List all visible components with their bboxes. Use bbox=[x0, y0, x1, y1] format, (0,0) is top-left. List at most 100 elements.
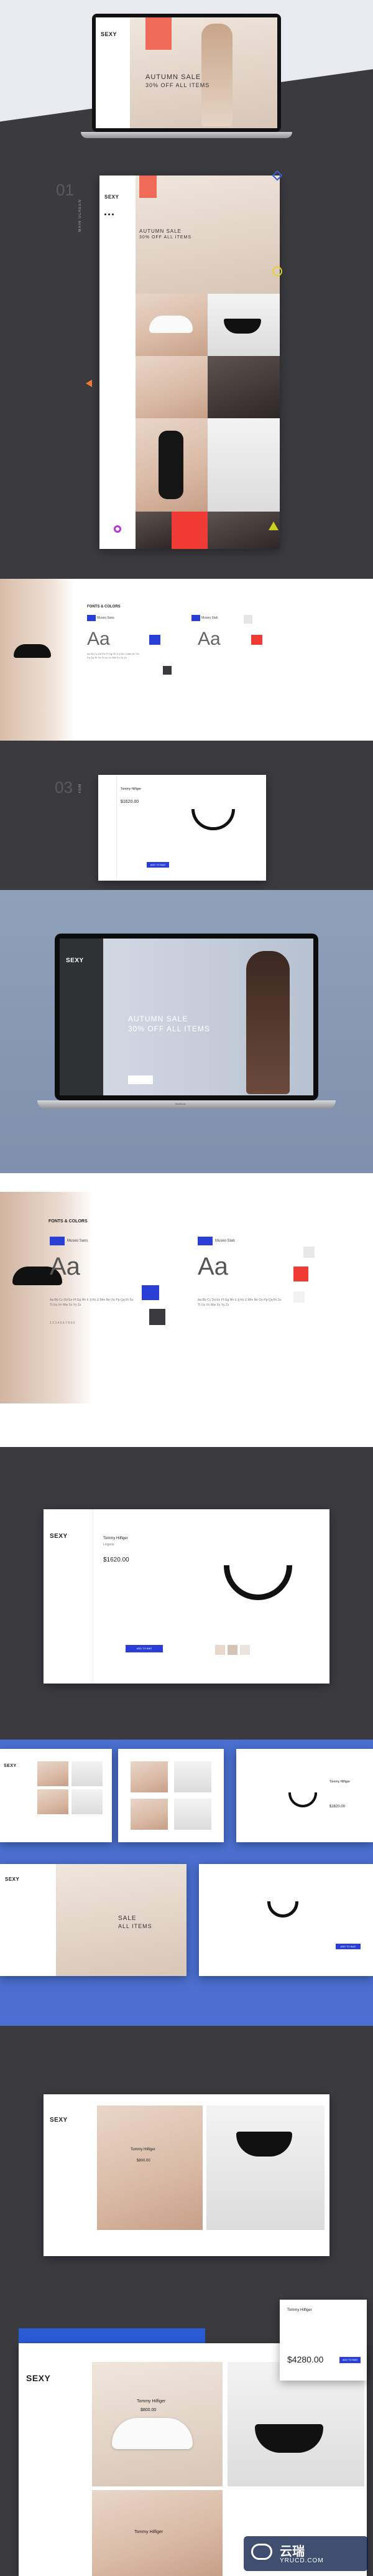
item-screen-mock: Tommy Hilfiger $1620.00 ADD TO BAG bbox=[98, 775, 266, 881]
tile-brand: Tommy Hilfiger bbox=[131, 2148, 155, 2152]
grid-screen-5: ADD TO BAG bbox=[199, 1864, 373, 1976]
main-screen-mock: SEXY AUTUMN SALE 30% OFF ALL ITEMS bbox=[99, 176, 280, 549]
tile-bra[interactable] bbox=[97, 2105, 203, 2230]
logo[interactable]: SEXY bbox=[50, 1533, 86, 1540]
bra-product bbox=[191, 809, 235, 830]
thumb-2[interactable] bbox=[228, 1645, 237, 1655]
add-to-bag-button[interactable]: ADD TO BAG bbox=[147, 862, 169, 868]
product-tile-4[interactable] bbox=[208, 356, 280, 418]
hero-line1: AUTUMN SALE bbox=[128, 1014, 188, 1023]
product-brand: Tommy Hilfiger bbox=[121, 787, 142, 791]
section-number: 03 bbox=[55, 778, 73, 797]
laptop-base bbox=[81, 132, 292, 138]
font1-name: Museo Sans bbox=[97, 616, 114, 620]
logo[interactable]: SEXY bbox=[104, 194, 131, 200]
swatch-dark bbox=[149, 1309, 165, 1325]
tile-price: $800.00 bbox=[140, 2408, 157, 2412]
section-label: MAIN SCREEN bbox=[78, 199, 82, 232]
sale-line1: SALE bbox=[118, 1915, 137, 1922]
mock-sidebar: SEXY bbox=[19, 2343, 87, 2576]
watermark-icon bbox=[251, 2544, 272, 2560]
product-price: $1620.00 bbox=[121, 800, 139, 804]
swatch-blue bbox=[149, 635, 160, 645]
band-item-large: SEXY Tommy Hilfiger Lingerie $1620.00 AD… bbox=[0, 1447, 373, 1740]
price-card: Tommy Hilfiger $4280.00 ADD TO BAG bbox=[280, 2300, 367, 2381]
grid-screen-3: Tommy Hilfiger $1620.00 bbox=[236, 1749, 373, 1842]
font2-blue-block bbox=[191, 615, 200, 621]
font1-big: Aa bbox=[50, 1253, 80, 1280]
footer-tile-red[interactable] bbox=[172, 512, 208, 549]
grid-screen-4: SEXY SALE ALL ITEMS bbox=[0, 1864, 186, 1976]
alphabet: Aa Bb Cc Dd Ee Ff Gg Hh Ii Jj Kk Ll Mm N… bbox=[87, 652, 140, 659]
band-fonts-large: FONTS & COLORS Museo Sans Aa Aa Bb Cc Dd… bbox=[0, 1173, 373, 1447]
logo[interactable]: SEXY bbox=[4, 1764, 17, 1768]
font2-blue-block bbox=[198, 1237, 213, 1245]
item-screen-mock: SEXY Tommy Hilfiger Lingerie $1620.00 AD… bbox=[44, 1509, 329, 1684]
add-to-bag-button[interactable]: ADD TO BAG bbox=[339, 2357, 361, 2363]
swatch-red bbox=[251, 635, 262, 645]
product-price: $1620.00 bbox=[103, 1557, 129, 1563]
laptop-base bbox=[37, 1100, 336, 1109]
footer-tile-3[interactable] bbox=[208, 512, 280, 549]
tile-lower-brand: Tommy Hilfiger bbox=[134, 2530, 163, 2534]
font2-name: Museo Slab bbox=[215, 1239, 235, 1243]
add-to-bag-button[interactable]: ADD TO BAG bbox=[336, 1944, 361, 1949]
model-photo bbox=[0, 579, 75, 741]
swatch-light bbox=[293, 1291, 305, 1303]
logo[interactable]: SEXY bbox=[101, 31, 125, 37]
mock-sidebar: SEXY bbox=[99, 176, 136, 294]
bra-product bbox=[288, 1792, 317, 1807]
font2-big: Aa bbox=[198, 629, 221, 649]
grid-screen-1: SEXY bbox=[0, 1749, 112, 1842]
tile-brand: Tommy Hilfiger bbox=[137, 2399, 166, 2404]
swatch-red bbox=[293, 1267, 308, 1281]
thumb-1[interactable] bbox=[215, 1645, 225, 1655]
band-item: 03 ITEM Tommy Hilfiger $1620.00 ADD TO B… bbox=[0, 741, 373, 890]
laptop-screen: SEXY AUTUMN SALE 30% OFF ALL ITEMS bbox=[92, 14, 281, 132]
hero-red-block bbox=[145, 17, 172, 50]
product-name: Lingerie bbox=[103, 1543, 114, 1547]
font1-digits: 1 2 3 4 5 6 7 8 9 0 bbox=[50, 1321, 75, 1325]
mock-sidebar: SEXY bbox=[44, 1509, 93, 1684]
fonts-heading: FONTS & COLORS bbox=[87, 605, 121, 609]
font2-big: Aa bbox=[198, 1253, 228, 1280]
logo[interactable]: SEXY bbox=[26, 2373, 80, 2383]
logo[interactable]: SEXY bbox=[5, 1876, 19, 1882]
bra-product bbox=[224, 1565, 292, 1600]
product-tile-3[interactable] bbox=[136, 356, 208, 418]
hero-line2: 30% OFF ALL ITEMS bbox=[128, 1024, 210, 1033]
model-figure bbox=[246, 951, 290, 1094]
watermark-cn: 云瑞 bbox=[280, 2545, 305, 2559]
thumb-3[interactable] bbox=[240, 1645, 250, 1655]
tile-panty[interactable] bbox=[206, 2105, 325, 2230]
shop-now-button[interactable] bbox=[128, 1075, 153, 1084]
deco-circle-purple bbox=[114, 525, 121, 533]
footer-tile-1[interactable] bbox=[136, 512, 172, 549]
product-brand: Tommy Hilfiger bbox=[103, 1537, 128, 1540]
model-bra bbox=[14, 644, 51, 658]
watermark-en: YRUCD.COM bbox=[280, 2557, 324, 2564]
watermark: 云瑞 YRUCD.COM bbox=[244, 2536, 368, 2571]
product-tile-6[interactable] bbox=[208, 418, 280, 512]
add-to-bag-button[interactable]: ADD TO BAG bbox=[126, 1645, 163, 1652]
mock-sidebar: SEXY bbox=[44, 2094, 93, 2256]
mock-hero bbox=[136, 176, 280, 294]
logo[interactable]: SEXY bbox=[66, 957, 97, 964]
tile-price: $800.00 bbox=[137, 2159, 150, 2163]
tiles-screen: SEXY Tommy Hilfiger $800.00 bbox=[44, 2094, 329, 2256]
hero-line1: AUTUMN SALE bbox=[145, 73, 201, 81]
card-brand: Tommy Hilfiger bbox=[287, 2308, 312, 2312]
laptop-sidebar: SEXY bbox=[96, 17, 130, 128]
logo[interactable]: SEXY bbox=[50, 2117, 87, 2124]
band-product-tiles: SEXY Tommy Hilfiger $800.00 bbox=[0, 2026, 373, 2287]
laptop-brand-label: MacBook bbox=[175, 1102, 186, 1105]
dark-sidebar: SEXY bbox=[60, 939, 103, 1095]
mock-hero-line2: 30% OFF ALL ITEMS bbox=[139, 235, 192, 240]
card-price: $4280.00 bbox=[287, 2354, 324, 2364]
band-main-screen: 01 MAIN SCREEN SEXY AUTUMN SALE 30% OFF … bbox=[0, 162, 373, 597]
deco-triangle-orange bbox=[86, 380, 92, 387]
grid-screen-2 bbox=[118, 1749, 224, 1842]
font1-alphabet: Aa Bb Cc Dd Ee Ff Gg Hh Ii Jj Kk Ll Mm N… bbox=[50, 1298, 134, 1307]
band-fonts-small: FONTS & COLORS Museo Sans Aa Museo Slab … bbox=[0, 579, 373, 741]
mock-hero-line1: AUTUMN SALE bbox=[139, 228, 182, 234]
